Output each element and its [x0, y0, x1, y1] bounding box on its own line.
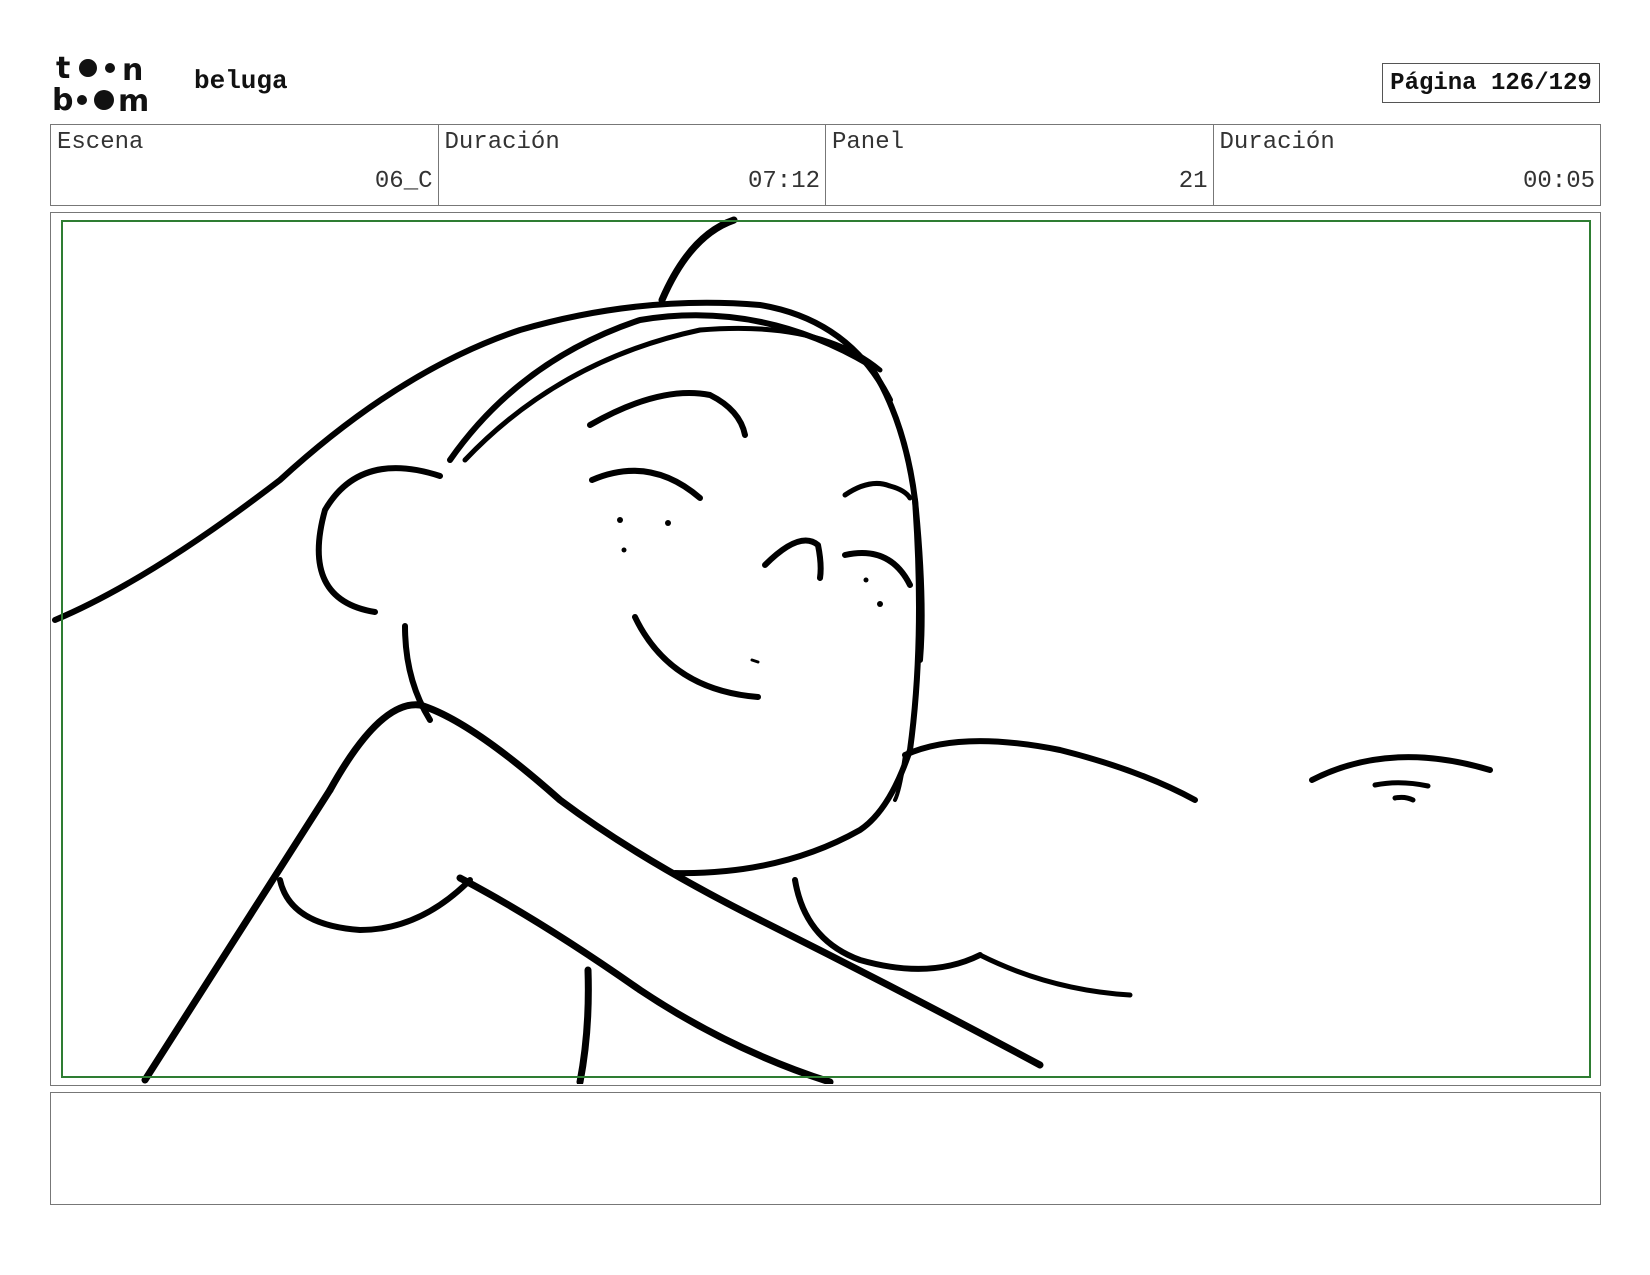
scene-cell: Escena 06_C — [51, 125, 439, 205]
toon-boom-logo: t n b m — [52, 52, 149, 114]
scene-duration-cell: Duración 07:12 — [439, 125, 826, 205]
scene-duration-value: 07:12 — [747, 168, 820, 195]
scene-duration-label: Duración — [444, 129, 560, 156]
panel-value: 21 — [1178, 168, 1208, 195]
page-indicator: Página 126/129 — [1382, 63, 1600, 103]
panel-label: Panel — [832, 129, 905, 156]
project-name: beluga — [194, 66, 288, 96]
panel-cell: Panel 21 — [826, 125, 1214, 205]
panel-duration-value: 00:05 — [1522, 168, 1595, 195]
svg-text:t: t — [56, 52, 70, 86]
scene-label: Escena — [57, 129, 144, 156]
info-table: Escena 06_C Duración 07:12 Panel 21 Dura… — [50, 124, 1601, 206]
panel-duration-label: Duración — [1219, 129, 1335, 156]
svg-text:b: b — [52, 83, 73, 114]
notes-box — [50, 1092, 1601, 1205]
panel-duration-cell: Duración 00:05 — [1214, 125, 1601, 205]
svg-text:n: n — [122, 53, 143, 88]
scene-value: 06_C — [374, 168, 433, 195]
svg-text:m: m — [118, 84, 149, 114]
safe-area-guide — [61, 220, 1591, 1078]
